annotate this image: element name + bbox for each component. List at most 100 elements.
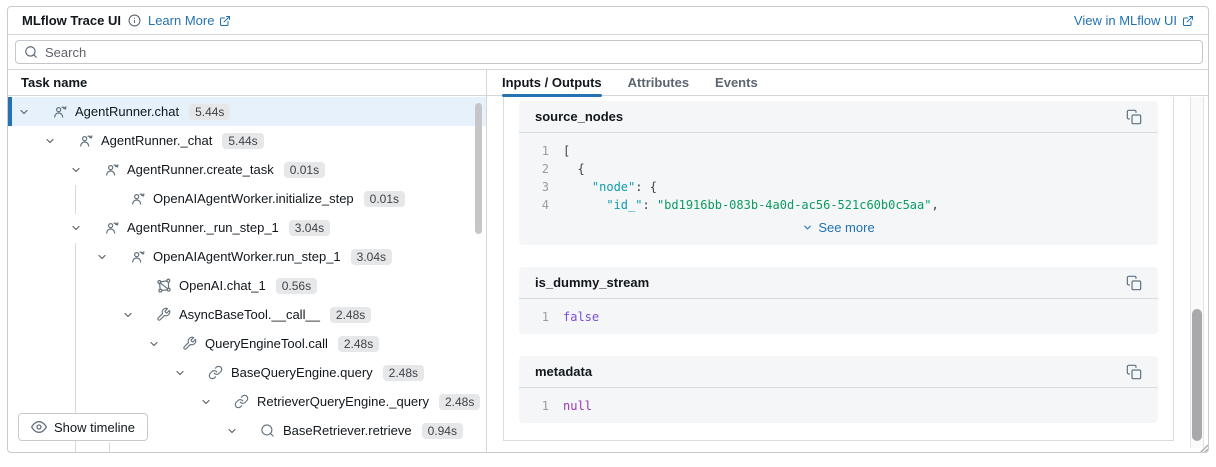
span-name: VectorIndexRetriever._retrieve <box>309 452 484 453</box>
span-name: AsyncBaseTool.__call__ <box>179 307 320 322</box>
resize-handle-icon[interactable] <box>1197 441 1209 453</box>
line-number: 1 <box>535 142 549 160</box>
tree-row[interactable]: BaseQueryEngine.query 2.48s <box>8 358 486 387</box>
code-line: 3 "node": { <box>535 178 1142 196</box>
chain-icon <box>208 365 224 381</box>
span-name: OpenAIAgentWorker.initialize_step <box>153 191 354 206</box>
chevron-down-icon[interactable] <box>200 396 212 408</box>
span-name: AgentRunner._chat <box>101 133 212 148</box>
span-name: OpenAI.chat_1 <box>179 278 266 293</box>
app-title: MLflow Trace UI <box>22 13 121 28</box>
tool-icon <box>156 307 172 323</box>
see-more-label: See more <box>818 220 874 235</box>
search-row: Search <box>8 35 1208 70</box>
span-name: AgentRunner.chat <box>75 104 179 119</box>
duration-badge: 3.04s <box>351 249 392 265</box>
copy-icon[interactable] <box>1126 109 1142 125</box>
tree-row[interactable]: AgentRunner._chat 5.44s <box>8 126 486 155</box>
chevron-down-icon[interactable] <box>122 309 134 321</box>
section-header: metadata <box>519 356 1158 388</box>
section-title: source_nodes <box>535 109 623 124</box>
retriever-icon <box>286 452 302 454</box>
duration-badge: 2.48s <box>383 365 424 381</box>
tree-row[interactable]: RetrieverQueryEngine._query2.48s <box>8 387 486 416</box>
span-name: BaseRetriever.retrieve <box>283 423 412 438</box>
chat-model-icon <box>156 278 172 294</box>
span-name: AgentRunner.create_task <box>127 162 274 177</box>
tree-row[interactable]: QueryEngineTool.call 2.48s <box>8 329 486 358</box>
duration-badge: 3.04s <box>289 220 330 236</box>
code-line: 2 { <box>535 160 1142 178</box>
span-name: AgentRunner._run_step_1 <box>127 220 279 235</box>
tree-header: Task name <box>8 70 486 96</box>
tab-inputs-outputs[interactable]: Inputs / Outputs <box>502 70 602 96</box>
span-name: QueryEngineTool.call <box>205 336 328 351</box>
inspector-tabs: Inputs / Outputs Attributes Events <box>487 70 1209 96</box>
chevron-down-icon[interactable] <box>148 338 160 350</box>
task-tree-panel: Task name AgentRunner.chat5.44sAgentRunn… <box>8 70 487 453</box>
chevron-down-icon[interactable] <box>70 164 82 176</box>
section-header: is_dummy_stream <box>519 267 1158 299</box>
tree-row[interactable]: AgentRunner._run_step_1 3.04s <box>8 213 486 242</box>
line-number: 1 <box>535 397 549 415</box>
tree-row[interactable]: OpenAIAgentWorker.run_step_13.04s <box>8 242 486 271</box>
line-number: 4 <box>535 196 549 214</box>
tree-row[interactable]: AgentRunner.chat 5.44s <box>8 97 486 126</box>
inspector-scrollbar[interactable] <box>1192 309 1202 441</box>
agent-icon <box>104 162 120 178</box>
chevron-down-icon[interactable] <box>174 367 186 379</box>
tree-row[interactable]: AsyncBaseTool.__call__ 2.48s <box>8 300 486 329</box>
agent-icon <box>104 220 120 236</box>
span-name: BaseQueryEngine.query <box>231 365 373 380</box>
duration-badge: 5.44s <box>189 104 230 120</box>
tree-row[interactable]: VectorIndexRetriever._retrieve0.94s <box>8 445 486 453</box>
chevron-down-icon[interactable] <box>18 106 30 118</box>
section-title: metadata <box>535 364 592 379</box>
view-in-mlflow-link[interactable]: View in MLflow UI <box>1074 13 1194 28</box>
span-name: RetrieverQueryEngine._query <box>257 394 429 409</box>
tab-attributes[interactable]: Attributes <box>628 70 689 96</box>
tree-row[interactable]: AgentRunner.create_task0.01s <box>8 155 486 184</box>
tree-header-label: Task name <box>21 75 87 90</box>
code-block: 1false <box>519 299 1158 334</box>
line-number: 2 <box>535 160 549 178</box>
chevron-down-icon[interactable] <box>44 135 56 147</box>
tree-scrollbar[interactable] <box>475 103 482 234</box>
search-input[interactable]: Search <box>15 40 1203 64</box>
eye-icon <box>31 419 47 435</box>
duration-badge: 5.44s <box>222 133 263 149</box>
learn-more-link[interactable]: Learn More <box>148 13 231 28</box>
duration-badge: 2.48s <box>330 307 371 323</box>
duration-badge: 0.94s <box>422 423 463 439</box>
top-bar: MLflow Trace UI Learn More View in MLflo… <box>8 7 1208 35</box>
tree-row[interactable]: OpenAIAgentWorker.initialize_step 0.01s <box>8 184 486 213</box>
code-line: 1false <box>535 308 1142 326</box>
tab-events[interactable]: Events <box>715 70 758 96</box>
chevron-down-icon[interactable] <box>226 425 238 437</box>
chain-icon <box>234 394 250 410</box>
span-tree: AgentRunner.chat 5.44s AgentRunner._chat 5.… <box>8 97 486 453</box>
tree-row[interactable]: OpenAI.chat_10.56s <box>8 271 486 300</box>
line-number: 1 <box>535 308 549 326</box>
tool-icon <box>182 336 198 352</box>
code-line: 1null <box>535 397 1142 415</box>
main-area: Task name AgentRunner.chat5.44sAgentRunn… <box>8 70 1208 453</box>
chevron-down-icon[interactable] <box>70 222 82 234</box>
code-line: 4 "id_": "bd1916bb-083b-4a0d-ac56-521c60… <box>535 196 1142 214</box>
code-line: 1[ <box>535 142 1142 160</box>
inspector-panel: Inputs / Outputs Attributes Events sourc… <box>487 70 1209 453</box>
duration-badge: 0.01s <box>364 191 405 207</box>
line-number: 3 <box>535 178 549 196</box>
see-more-button[interactable]: See more <box>535 214 1142 237</box>
external-link-icon <box>219 15 231 27</box>
inspector-content: source_nodes 1[2 {3 "node": {4 "id_": "bd… <box>503 97 1174 441</box>
chevron-down-icon[interactable] <box>96 251 108 263</box>
duration-badge: 2.48s <box>338 336 379 352</box>
copy-icon[interactable] <box>1126 364 1142 380</box>
info-icon[interactable] <box>128 14 141 27</box>
show-timeline-label: Show timeline <box>54 420 135 435</box>
show-timeline-button[interactable]: Show timeline <box>18 413 148 441</box>
section-header: source_nodes <box>519 101 1158 133</box>
agent-icon <box>130 191 146 207</box>
copy-icon[interactable] <box>1126 275 1142 291</box>
